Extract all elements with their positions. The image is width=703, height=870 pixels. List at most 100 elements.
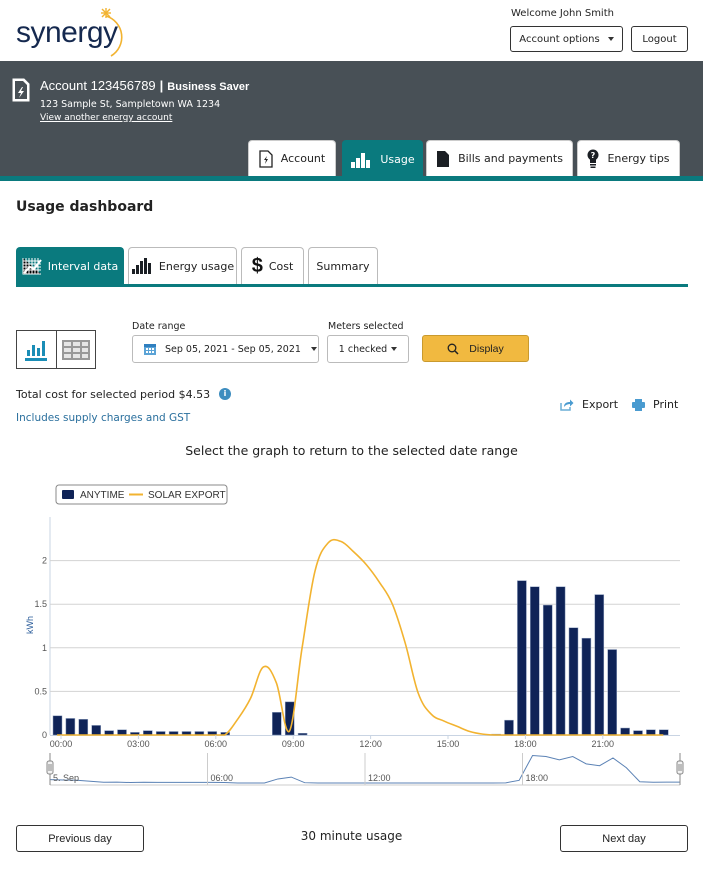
- anytime-bar: [581, 637, 592, 736]
- logout-button[interactable]: Logout: [631, 26, 688, 52]
- y-axis: 0 0.5 1 1.5 2: [34, 556, 47, 740]
- page-title: Usage dashboard: [16, 199, 154, 215]
- tab-energy-tips[interactable]: ? Energy tips: [577, 140, 680, 176]
- anytime-bar: [52, 715, 63, 736]
- x-tick-label: 09:00: [282, 739, 305, 749]
- account-address: 123 Sample St, Sampletown WA 1234: [40, 99, 221, 110]
- info-icon[interactable]: i: [219, 388, 231, 400]
- date-range-label: Date range: [132, 321, 186, 332]
- caret-down-icon: [310, 347, 317, 351]
- meters-value: 1 checked: [338, 343, 388, 355]
- subtab-summary[interactable]: Summary: [308, 247, 378, 284]
- anytime-bar: [91, 725, 101, 736]
- welcome-text: Welcome John Smith: [511, 8, 614, 19]
- dollar-icon: $: [251, 254, 263, 277]
- anytime-bar: [65, 718, 76, 736]
- document-bolt-icon: [259, 149, 273, 168]
- tab-account-label: Account: [280, 152, 326, 165]
- table-icon: [61, 339, 90, 360]
- total-cost-text: Total cost for selected period $4.53: [16, 388, 211, 401]
- y-tick-label: 0: [42, 730, 47, 740]
- subtab-interval-label: Interval data: [47, 259, 119, 273]
- svg-text:?: ?: [591, 151, 596, 160]
- document-icon: [437, 150, 450, 167]
- includes-note: Includes supply charges and GST: [16, 412, 191, 424]
- account-options-button[interactable]: Account options: [510, 26, 623, 52]
- export-label: Export: [582, 398, 619, 411]
- y-tick-label: 0.5: [34, 686, 47, 696]
- chart-navigator[interactable]: 5. Sep 06:00 12:00 18:00: [46, 753, 684, 786]
- account-plan: Business Saver: [167, 81, 250, 93]
- tab-usage-label: Usage: [380, 153, 415, 166]
- caret-down-icon: [391, 347, 398, 351]
- x-axis: 00:00 03:00 06:00 09:00 12:00 15:00 18:00 21:00: [50, 735, 614, 749]
- anytime-bar: [607, 649, 617, 736]
- subtab-cost[interactable]: $ Cost: [241, 247, 304, 284]
- anytime-bar: [530, 586, 540, 736]
- anytime-bar: [297, 733, 308, 736]
- x-tick-label: 03:00: [127, 739, 150, 749]
- navigator-label: 18:00: [526, 773, 549, 783]
- meters-selected-label: Meters selected: [328, 321, 404, 332]
- subtab-energy-usage-label: Energy usage: [158, 259, 235, 273]
- anytime-bar: [517, 580, 527, 736]
- bar-chart-icon: [25, 340, 48, 361]
- x-tick-label: 15:00: [437, 739, 460, 749]
- anytime-bar: [504, 719, 514, 736]
- tab-bills-label: Bills and payments: [458, 152, 563, 165]
- print-button[interactable]: Print: [632, 398, 678, 411]
- chart-legend[interactable]: ANYTIME SOLAR EXPORT: [55, 484, 228, 505]
- subtab-energy-usage[interactable]: Energy usage: [128, 247, 237, 284]
- tab-bills-and-payments[interactable]: Bills and payments: [426, 140, 573, 176]
- subtabs-underline: [16, 284, 688, 287]
- next-day-button[interactable]: Next day: [560, 825, 688, 852]
- export-icon: [560, 399, 574, 411]
- legend-anytime-swatch: [62, 490, 74, 499]
- x-tick-label: 06:00: [205, 739, 228, 749]
- export-button[interactable]: Export: [560, 398, 618, 411]
- title-separator: |: [159, 78, 164, 93]
- x-tick-label: 21:00: [592, 739, 615, 749]
- view-toggle: [16, 330, 96, 369]
- account-title: Account 123456789 | Business Saver: [40, 78, 249, 93]
- subtab-interval-data[interactable]: Interval data: [16, 247, 124, 284]
- legend-anytime-label: ANYTIME: [80, 490, 125, 501]
- caret-down-icon: [607, 37, 614, 41]
- account-options-label: Account options: [519, 33, 600, 45]
- y-tick-label: 1: [42, 643, 47, 653]
- navigator-right-handle[interactable]: [676, 760, 684, 775]
- lightbulb-icon: ?: [587, 149, 599, 168]
- chart-heading: Select the graph to return to the select…: [185, 443, 518, 458]
- search-icon: [447, 343, 459, 355]
- anytime-bar: [555, 586, 566, 736]
- logo-text: synergy: [16, 16, 118, 49]
- account-number: Account 123456789: [40, 78, 156, 93]
- date-range-value: Sep 05, 2021 - Sep 05, 2021: [165, 343, 301, 355]
- bar-chart-icon: [131, 258, 151, 274]
- anytime-bar: [272, 712, 282, 736]
- y-tick-label: 1.5: [34, 599, 47, 609]
- chart-view-button[interactable]: [17, 331, 56, 368]
- account-document-icon: [12, 78, 30, 102]
- table-view-button[interactable]: [55, 331, 95, 368]
- anytime-bar: [568, 627, 579, 736]
- synergy-logo[interactable]: synergy: [16, 8, 136, 57]
- navigator-left-handle[interactable]: [46, 760, 54, 775]
- meters-dropdown[interactable]: 1 checked: [327, 335, 409, 363]
- display-button[interactable]: Display: [422, 335, 529, 362]
- anytime-bar: [620, 727, 630, 736]
- view-another-account-link[interactable]: View another energy account: [40, 113, 172, 123]
- tabs-underline: [0, 176, 703, 181]
- navigator-label: 06:00: [211, 773, 234, 783]
- bar-chart-icon: [351, 152, 371, 168]
- anytime-bar: [78, 719, 89, 736]
- anytime-bar: [542, 604, 553, 736]
- tab-account[interactable]: Account: [248, 140, 336, 176]
- print-label: Print: [653, 398, 679, 411]
- date-range-picker[interactable]: Sep 05, 2021 - Sep 05, 2021: [132, 335, 319, 363]
- tab-usage[interactable]: Usage: [342, 140, 423, 178]
- legend-solar-label: SOLAR EXPORT: [148, 490, 226, 501]
- printer-icon: [632, 398, 645, 411]
- interval-chart[interactable]: ANYTIME SOLAR EXPORT 0 0.5 1 1.5 2 kWh 00:00…: [0, 470, 703, 800]
- y-tick-label: 2: [42, 556, 47, 566]
